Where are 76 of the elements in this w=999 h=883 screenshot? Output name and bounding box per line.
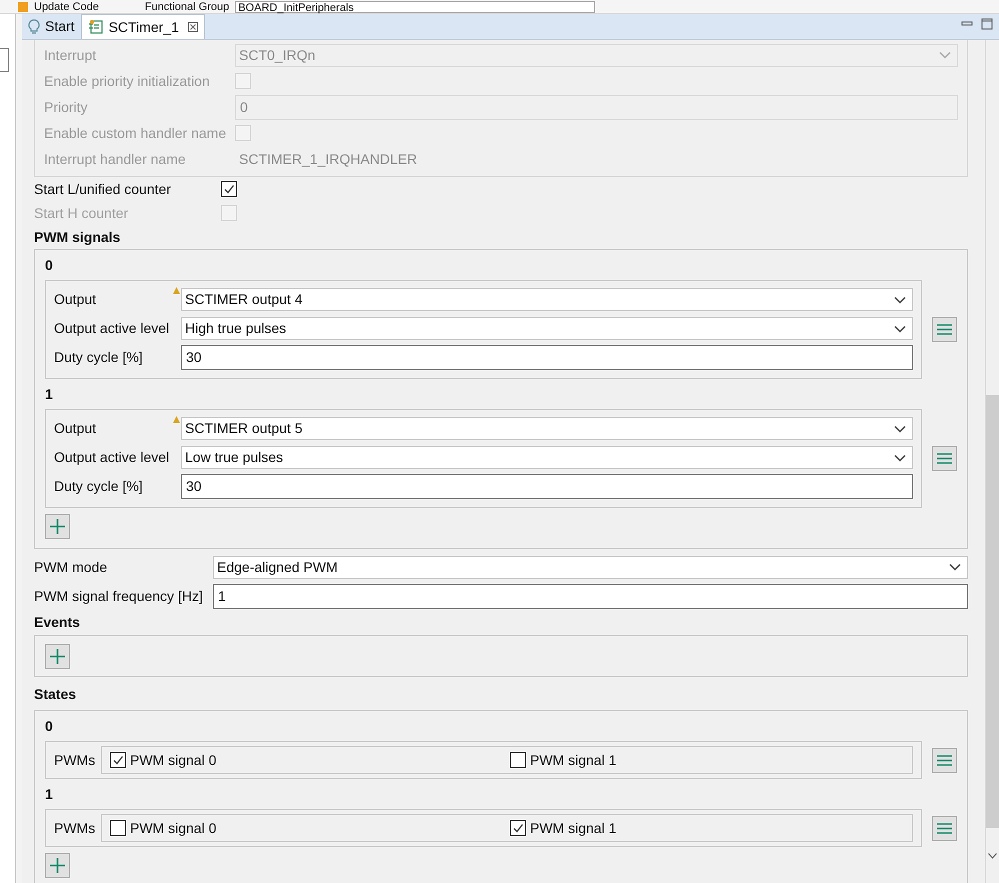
checkbox-label: PWM signal 0 [130, 750, 216, 770]
check-icon [223, 183, 235, 195]
field-label: PWM mode [34, 558, 108, 576]
add-button[interactable] [45, 644, 70, 669]
field-label: Duty cycle [%] [54, 477, 144, 496]
field-label: Duty cycle [%] [54, 348, 144, 367]
menu-button[interactable] [932, 816, 957, 840]
field-label: Interrupt handler name [44, 150, 187, 169]
item-index: 0 [45, 256, 54, 274]
field-label: Priority [44, 98, 89, 117]
component-icon [88, 19, 104, 35]
plus-icon [50, 519, 65, 534]
field-label: Enable custom handler name [44, 124, 228, 142]
menu-icon [937, 453, 952, 464]
editor-tab[interactable]: Start [22, 14, 81, 39]
input-field[interactable]: 1 [213, 584, 968, 608]
field-label: Output [54, 419, 98, 438]
field-label: Start H counter [34, 204, 130, 222]
lightbulb-icon [28, 18, 40, 34]
add-button[interactable] [45, 853, 70, 878]
maximize-icon[interactable] [981, 18, 993, 30]
menu-button[interactable] [932, 317, 957, 342]
field-label: Interrupt [44, 46, 98, 65]
scroll-down-icon[interactable] [988, 852, 997, 858]
checkbox-label: PWM signal 1 [530, 818, 616, 838]
caret-icon [939, 51, 951, 59]
caret-icon [894, 296, 906, 304]
close-icon[interactable] [188, 22, 198, 32]
section-title: Events [34, 613, 81, 632]
caret-icon [894, 424, 906, 432]
group-dropdown[interactable]: BOARD_InitPeripherals [235, 0, 596, 12]
checkbox[interactable] [110, 752, 126, 768]
checkbox[interactable] [510, 820, 526, 836]
item-index: 1 [45, 784, 54, 804]
input-field[interactable]: 30 [181, 345, 913, 370]
section-title: States [34, 684, 78, 704]
caret-icon [894, 324, 906, 332]
field-label: Enable priority initialization [44, 72, 211, 91]
item-index: 1 [45, 384, 54, 404]
menu-icon [937, 822, 952, 834]
field-label: PWMs [54, 818, 96, 838]
field-label: Output active level [54, 319, 170, 338]
scrollbar[interactable] [985, 40, 999, 883]
editor-tab[interactable]: SCTimer_1 [80, 14, 205, 39]
input-field[interactable]: 30 [181, 474, 913, 499]
menu-icon [937, 754, 952, 766]
item-index: 0 [45, 716, 54, 736]
menu-button[interactable] [932, 446, 957, 471]
field-value: SCTIMER_1_IRQHANDLER [238, 150, 418, 169]
caret-icon [894, 454, 906, 462]
check-icon [112, 754, 124, 766]
check-icon [512, 822, 524, 834]
dropdown[interactable]: Low true pulses [181, 446, 913, 469]
checkbox[interactable] [221, 181, 237, 197]
dropdown[interactable]: High true pulses [181, 317, 913, 340]
checkbox-label: PWM signal 1 [530, 750, 616, 770]
group-label: Functional Group [144, 0, 230, 12]
field-label: Output active level [54, 448, 170, 467]
add-button[interactable] [45, 514, 70, 539]
plus-icon [50, 858, 65, 873]
update-code-button[interactable]: Update Code [34, 0, 99, 12]
dropdown[interactable]: Edge-aligned PWM [213, 556, 968, 578]
dropdown[interactable]: SCTIMER output 5 [181, 417, 913, 440]
section-title: PWM signals [34, 228, 122, 247]
caret-icon [949, 563, 961, 571]
checkbox-label: PWM signal 0 [130, 818, 216, 838]
field-label: Start L/unified counter [34, 180, 172, 198]
checkbox[interactable] [110, 820, 126, 836]
field-label: PWM signal frequency [Hz] [34, 586, 204, 606]
menu-button[interactable] [932, 748, 957, 772]
field-label: Output [54, 290, 98, 309]
menu-icon [937, 324, 952, 335]
plus-icon [50, 649, 65, 664]
dropdown[interactable]: SCTIMER output 4 [181, 288, 913, 311]
field-label: PWMs [54, 750, 96, 770]
checkbox[interactable] [510, 752, 526, 768]
